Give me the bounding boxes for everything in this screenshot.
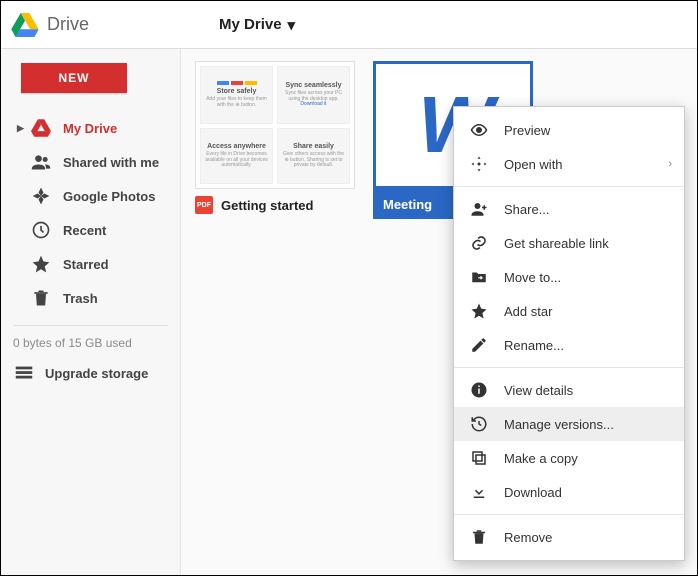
link-icon [468,234,490,252]
storage-text: 0 bytes of 15 GB used [13,336,168,350]
eye-icon [468,121,490,139]
breadcrumb-label: My Drive [219,16,282,33]
sidebar-item-photos[interactable]: Google Photos [1,179,180,213]
drive-icon [30,118,52,138]
separator [454,367,684,368]
expand-caret-icon: ▶ [17,123,27,134]
ctx-view-details[interactable]: View details [454,373,684,407]
person-plus-icon [468,200,490,218]
sidebar-item-label: Recent [63,223,106,238]
upgrade-storage-button[interactable]: Upgrade storage [13,362,168,384]
sidebar-item-starred[interactable]: Starred [1,247,180,281]
ctx-shareable-link[interactable]: Get shareable link [454,226,684,260]
topbar: Drive My Drive ▾ [1,1,697,49]
ctx-make-copy[interactable]: Make a copy [454,441,684,475]
sidebar-item-my-drive[interactable]: ▶ My Drive [1,111,180,145]
drive-logo-icon [11,13,39,37]
file-name: Meeting [383,197,432,212]
ctx-share[interactable]: Share... [454,192,684,226]
ctx-move-to[interactable]: Move to... [454,260,684,294]
clock-icon [30,220,52,240]
copy-icon [468,449,490,467]
context-menu: Preview Open with › Share... Get shareab… [453,106,685,561]
sidebar: NEW ▶ My Drive Shared with me Google Pho… [1,49,181,575]
file-card[interactable]: Store safelyAdd your files to keep them … [195,61,355,219]
chevron-right-icon: › [668,158,672,170]
sidebar-item-trash[interactable]: Trash [1,281,180,315]
sidebar-item-label: Trash [63,291,98,306]
divider [13,325,168,326]
ctx-preview[interactable]: Preview [454,113,684,147]
photos-icon [30,186,52,206]
star-icon [30,254,52,274]
sidebar-item-label: Shared with me [63,155,159,170]
main-area: Store safelyAdd your files to keep them … [181,49,697,575]
trash-icon [468,528,490,546]
new-button[interactable]: NEW [21,63,127,93]
open-with-icon [468,155,490,173]
sidebar-item-shared[interactable]: Shared with me [1,145,180,179]
ctx-remove[interactable]: Remove [454,520,684,554]
sidebar-item-label: Google Photos [63,189,155,204]
ctx-manage-versions[interactable]: Manage versions... [454,407,684,441]
trash-icon [30,288,52,308]
ctx-download[interactable]: Download [454,475,684,509]
caret-down-icon: ▾ [288,16,296,34]
ctx-add-star[interactable]: Add star [454,294,684,328]
breadcrumb[interactable]: My Drive ▾ [219,16,295,34]
ctx-rename[interactable]: Rename... [454,328,684,362]
star-icon [468,302,490,320]
sidebar-item-recent[interactable]: Recent [1,213,180,247]
separator [454,186,684,187]
file-label: PDF Getting started [195,196,355,214]
history-icon [468,415,490,433]
download-icon [468,483,490,501]
ctx-open-with[interactable]: Open with › [454,147,684,181]
storage-bars-icon [13,362,35,384]
info-icon [468,381,490,399]
sidebar-item-label: My Drive [63,121,117,136]
pencil-icon [468,336,490,354]
upgrade-label: Upgrade storage [45,366,148,381]
sidebar-item-label: Starred [63,257,109,272]
pdf-icon: PDF [195,196,213,214]
separator [454,514,684,515]
people-icon [30,152,52,172]
app-title: Drive [47,14,89,35]
file-thumbnail: Store safelyAdd your files to keep them … [195,61,355,189]
file-name: Getting started [221,198,313,213]
folder-move-icon [468,268,490,286]
